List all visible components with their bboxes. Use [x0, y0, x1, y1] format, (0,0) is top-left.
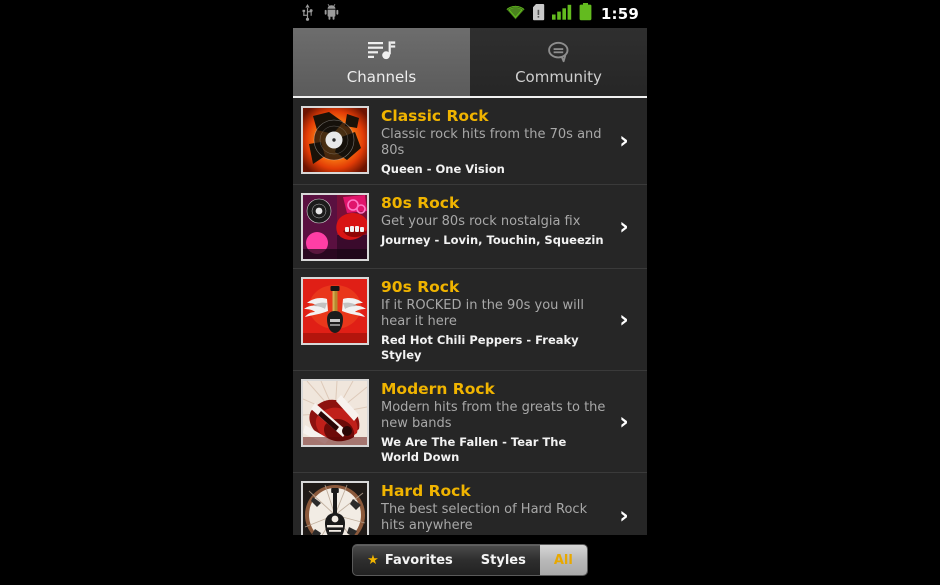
channel-title: Hard Rock — [381, 482, 471, 500]
channel-info: Modern Rock Modern hits from the greats … — [369, 379, 607, 465]
channel-info: 80s Rock Get your 80s rock nostalgia fix… — [369, 193, 607, 248]
filter-all-button[interactable]: All — [539, 545, 587, 575]
channel-thumbnail-classic-rock — [301, 106, 369, 174]
usb-icon — [301, 3, 314, 25]
battery-icon — [579, 3, 592, 25]
channel-description: If it ROCKED in the 90s you will hear it… — [381, 298, 584, 329]
channel-thumbnail-modern-rock — [301, 379, 369, 447]
wifi-icon — [506, 5, 525, 24]
list-item[interactable]: 90s Rock If it ROCKED in the 90s you wil… — [293, 269, 647, 371]
channel-now-playing: We Are The Fallen - Tear The World Down — [381, 435, 567, 464]
filter-favorites-button[interactable]: ★ Favorites — [353, 545, 467, 575]
chevron-right-icon[interactable]: › — [607, 308, 641, 332]
chevron-right-icon[interactable]: › — [607, 410, 641, 434]
tab-community[interactable]: Community — [470, 28, 647, 96]
channel-now-playing: Journey - Lovin, Touchin, Squeezin — [381, 233, 604, 247]
screenshot-canvas: 1:59 Channels Community Classic Rock Cla… — [0, 0, 940, 585]
channel-list[interactable]: Classic Rock Classic rock hits from the … — [293, 98, 647, 551]
filter-bar: ★ Favorites Styles All — [293, 535, 647, 585]
signal-icon — [551, 4, 572, 24]
channel-title: 90s Rock — [381, 278, 460, 296]
channel-title: Modern Rock — [381, 380, 495, 398]
status-bar: 1:59 — [293, 0, 647, 28]
tab-bar: Channels Community — [293, 28, 647, 98]
channel-description: The best selection of Hard Rock hits any… — [381, 502, 588, 533]
channel-info: 90s Rock If it ROCKED in the 90s you wil… — [369, 277, 607, 363]
tab-channels[interactable]: Channels — [293, 28, 470, 96]
list-item[interactable]: 80s Rock Get your 80s rock nostalgia fix… — [293, 185, 647, 269]
channel-now-playing: Red Hot Chili Peppers - Freaky Styley — [381, 333, 579, 362]
channel-now-playing: Queen - One Vision — [381, 162, 505, 176]
star-icon: ★ — [367, 552, 379, 568]
tab-channels-label: Channels — [346, 67, 417, 86]
tab-community-label: Community — [515, 67, 602, 86]
channel-info: Classic Rock Classic rock hits from the … — [369, 106, 607, 177]
filter-styles-button[interactable]: Styles — [467, 545, 540, 575]
segmented-control[interactable]: ★ Favorites Styles All — [352, 544, 588, 576]
channel-thumbnail-80s-rock — [301, 193, 369, 261]
channel-title: 80s Rock — [381, 194, 460, 212]
filter-favorites-label: Favorites — [384, 552, 453, 568]
filter-all-label: All — [553, 552, 573, 568]
channel-title: Classic Rock — [381, 107, 489, 125]
chevron-right-icon[interactable]: › — [607, 130, 641, 153]
chevron-right-icon[interactable]: › — [607, 215, 641, 239]
playlist-music-icon — [367, 39, 396, 65]
list-item[interactable]: Classic Rock Classic rock hits from the … — [293, 98, 647, 185]
channel-description: Classic rock hits from the 70s and 80s — [381, 127, 602, 158]
chevron-right-icon[interactable]: › — [607, 505, 641, 528]
status-bar-left-icons — [301, 3, 339, 25]
channel-description: Get your 80s rock nostalgia fix — [381, 214, 581, 229]
filter-styles-label: Styles — [480, 552, 526, 568]
status-bar-clock: 1:59 — [600, 5, 639, 23]
sd-card-icon — [532, 3, 545, 25]
phone-screen: 1:59 Channels Community Classic Rock Cla… — [293, 0, 647, 585]
channel-thumbnail-90s-rock — [301, 277, 369, 345]
android-debug-icon — [324, 3, 339, 24]
speech-bubble-icon — [545, 39, 573, 65]
list-item[interactable]: Modern Rock Modern hits from the greats … — [293, 371, 647, 473]
channel-description: Modern hits from the greats to the new b… — [381, 400, 606, 431]
status-bar-right-icons: 1:59 — [506, 3, 639, 25]
